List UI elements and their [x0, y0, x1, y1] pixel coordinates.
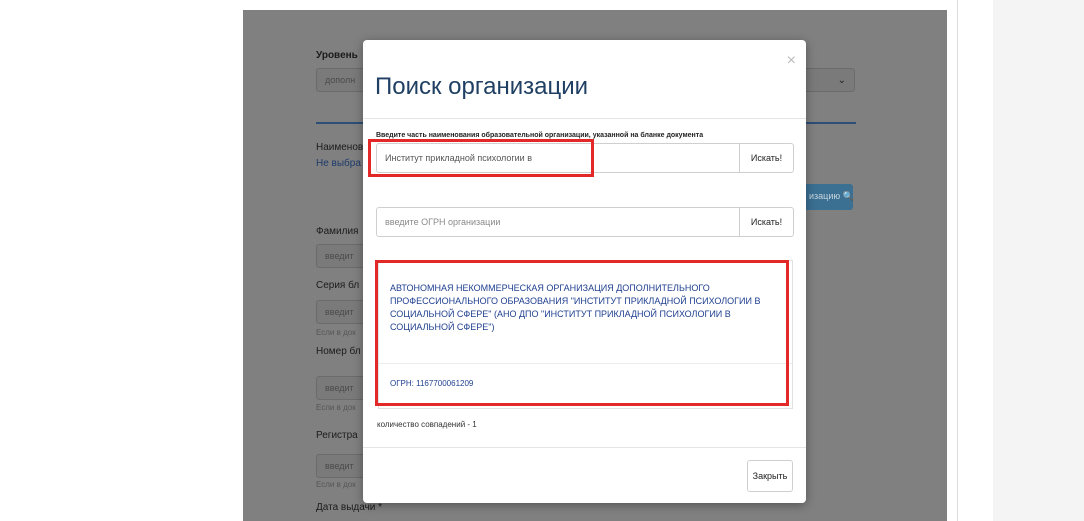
series-label: Серия бл — [316, 280, 360, 291]
input-highlight — [368, 139, 594, 177]
level-select-arrow[interactable]: ⌄ — [803, 68, 855, 92]
name-label: Наименов — [316, 142, 364, 153]
footer-divider — [363, 447, 806, 448]
match-count: количество совпадений - 1 — [377, 420, 477, 429]
close-button[interactable]: Закрыть — [747, 460, 793, 492]
modal-title: Поиск организации — [375, 73, 589, 100]
level-label: Уровень — [316, 50, 358, 61]
right-side-panel — [993, 0, 1084, 521]
reg-hint: Если в док — [316, 480, 356, 489]
organization-name-field-label: Введите часть наименования образовательн… — [376, 132, 704, 139]
result-highlight — [375, 260, 789, 406]
number-label: Номер бл — [316, 346, 361, 357]
reg-label: Регистра — [316, 430, 358, 441]
chevron-down-icon: ⌄ — [837, 75, 846, 86]
search-organization-button[interactable]: изацию 🔍 — [803, 184, 854, 210]
ogrn-input[interactable]: введите ОГРН организации — [376, 207, 739, 237]
close-icon[interactable]: × — [787, 52, 796, 70]
issue-date-label: Дата выдачи * — [316, 502, 383, 513]
reg-input[interactable]: введит — [316, 454, 366, 478]
series-hint: Если в док — [316, 328, 356, 337]
search-icon: 🔍 — [842, 191, 854, 201]
not-selected-link[interactable]: Не выбра — [316, 158, 361, 169]
lastname-input[interactable]: введит — [316, 244, 366, 268]
search-by-name-button[interactable]: Искать! — [739, 143, 794, 173]
number-hint: Если в док — [316, 403, 356, 412]
series-input[interactable]: введит — [316, 300, 366, 324]
organization-search-modal: × Поиск организации Введите часть наимен… — [363, 40, 806, 503]
lastname-label: Фамилия — [316, 226, 359, 237]
search-by-ogrn-button[interactable]: Искать! — [739, 207, 794, 237]
number-input[interactable]: введит — [316, 376, 366, 400]
ogrn-search-group: введите ОГРН организации Искать! — [376, 207, 794, 237]
header-divider — [363, 118, 806, 119]
page-divider — [957, 0, 958, 521]
